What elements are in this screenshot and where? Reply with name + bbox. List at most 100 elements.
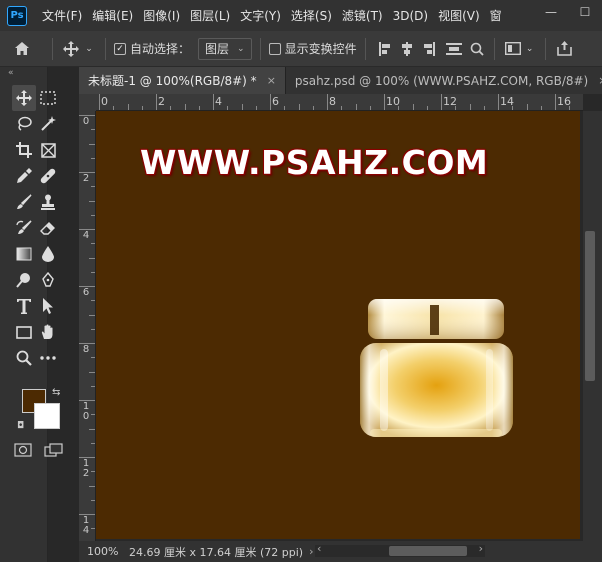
chevron-left-icon[interactable]: ‹ xyxy=(317,542,321,555)
menu-window[interactable]: 窗 xyxy=(485,7,507,24)
auto-select-checkbox[interactable]: ✓ xyxy=(114,42,126,55)
collapse-panel-icon[interactable]: « xyxy=(0,67,47,81)
ruler-tick xyxy=(89,371,95,373)
zoom-level[interactable]: 100% xyxy=(79,545,125,558)
ruler-tick xyxy=(91,357,95,359)
ruler-origin[interactable] xyxy=(79,94,96,111)
dodge-tool-icon[interactable] xyxy=(12,267,36,293)
menu-edit[interactable]: 编辑(E) xyxy=(87,7,138,24)
tab-psahz[interactable]: psahz.psd @ 100% (WWW.PSAHZ.COM, RGB/8#)… xyxy=(284,67,602,94)
move-tool-icon[interactable] xyxy=(61,31,81,67)
vertical-scroll-thumb[interactable] xyxy=(585,231,595,381)
ruler-tick-label: 8 xyxy=(329,95,336,108)
ruler-tick xyxy=(141,106,143,110)
healing-brush-tool-icon[interactable] xyxy=(36,163,60,189)
screen-mode-icon[interactable] xyxy=(44,443,64,460)
ruler-tick xyxy=(555,94,556,110)
rectangle-tool-icon[interactable] xyxy=(12,319,36,345)
history-brush-tool-icon[interactable] xyxy=(12,215,36,241)
zoom-tool-icon[interactable] xyxy=(12,345,36,371)
default-colors-icon[interactable]: ◘ xyxy=(17,421,24,431)
menu-filter[interactable]: 滤镜(T) xyxy=(337,7,388,24)
menu-view[interactable]: 视图(V) xyxy=(433,7,485,24)
chevron-down-icon[interactable]: ⌄ xyxy=(523,31,537,67)
gradient-tool-icon[interactable] xyxy=(12,241,36,267)
hand-tool-icon[interactable] xyxy=(36,319,60,345)
eyedropper-tool-icon[interactable] xyxy=(12,163,36,189)
workspace: WWW.PSAHZ.COM xyxy=(96,111,583,541)
marquee-tool-icon[interactable] xyxy=(36,85,60,111)
tab-untitled-1[interactable]: 未标题-1 @ 100%(RGB/8#) * × xyxy=(79,67,285,94)
horizontal-scroll-thumb[interactable] xyxy=(389,546,467,556)
ruler-tick xyxy=(526,104,528,110)
home-icon[interactable] xyxy=(0,31,44,67)
align-left-icon[interactable] xyxy=(374,31,396,67)
ruler-tick xyxy=(79,115,95,116)
workspace-icon[interactable] xyxy=(503,31,523,67)
window-controls: — ☐ xyxy=(534,0,602,24)
quick-mask-icon[interactable] xyxy=(14,443,32,460)
vertical-ruler[interactable]: 0 2 4 6 8 10 12 14 xyxy=(79,111,96,541)
minimize-button[interactable]: — xyxy=(534,0,568,24)
separator xyxy=(259,37,261,60)
document-info: 24.69 厘米 x 17.64 厘米 (72 ppi) xyxy=(129,545,304,559)
crop-tool-icon[interactable] xyxy=(12,137,36,163)
magic-wand-tool-icon[interactable] xyxy=(36,111,60,137)
horizontal-ruler[interactable]: 0 2 4 6 8 10 12 14 16 xyxy=(96,94,583,111)
menu-type[interactable]: 文字(Y) xyxy=(235,7,286,24)
ruler-tick xyxy=(455,106,457,110)
menu-layer[interactable]: 图层(L) xyxy=(185,7,235,24)
ruler-tick-label: 2 xyxy=(82,173,90,184)
pen-tool-icon[interactable] xyxy=(36,267,60,293)
ruler-tick xyxy=(91,471,95,473)
align-right-icon[interactable] xyxy=(418,31,440,67)
share-icon[interactable] xyxy=(554,31,576,67)
close-icon[interactable]: × xyxy=(267,74,276,87)
ruler-tick xyxy=(91,414,95,416)
menu-file[interactable]: 文件(F) xyxy=(37,7,87,24)
eraser-tool-icon[interactable] xyxy=(36,215,60,241)
horizontal-scrollbar[interactable]: ‹ › xyxy=(315,542,485,557)
search-icon[interactable] xyxy=(468,31,486,67)
background-color-swatch[interactable] xyxy=(34,403,60,429)
ruler-tick xyxy=(127,104,129,110)
show-transform-checkbox[interactable] xyxy=(268,42,281,55)
ruler-tick xyxy=(89,200,95,202)
document-canvas[interactable]: WWW.PSAHZ.COM xyxy=(96,111,580,539)
move-tool-icon[interactable] xyxy=(12,85,36,111)
ruler-tick xyxy=(198,106,200,110)
cream-jar-image[interactable] xyxy=(358,297,516,439)
chevron-down-icon[interactable]: ⌄ xyxy=(81,31,97,67)
ruler-tick-label: 2 xyxy=(158,95,165,108)
stamp-tool-icon[interactable] xyxy=(36,189,60,215)
close-icon[interactable]: × xyxy=(598,74,602,87)
separator xyxy=(52,37,53,60)
menu-3d[interactable]: 3D(D) xyxy=(388,9,433,23)
ruler-tick-label: 6 xyxy=(272,95,279,108)
ruler-tick-label: 12 xyxy=(82,458,90,479)
vertical-scrollbar[interactable] xyxy=(583,111,602,541)
more-tools-icon[interactable] xyxy=(36,345,60,371)
auto-select-target-value: 图层 xyxy=(205,42,230,56)
ruler-tick xyxy=(91,186,95,188)
blur-tool-icon[interactable] xyxy=(36,241,60,267)
align-center-icon[interactable] xyxy=(396,31,418,67)
ruler-tick xyxy=(327,94,328,110)
chevron-right-icon[interactable]: › xyxy=(479,542,483,555)
ruler-tick xyxy=(227,106,229,110)
lasso-tool-icon[interactable] xyxy=(12,111,36,137)
distribute-icon[interactable] xyxy=(440,31,468,67)
ruler-tick xyxy=(540,106,542,110)
auto-select-target-dropdown[interactable]: 图层 ⌄ xyxy=(198,37,252,60)
menu-image[interactable]: 图像(I) xyxy=(138,7,185,24)
swap-colors-icon[interactable]: ⇆ xyxy=(52,387,60,398)
separator xyxy=(544,37,546,60)
path-selection-tool-icon[interactable] xyxy=(36,293,60,319)
brush-tool-icon[interactable] xyxy=(12,189,36,215)
photoshop-logo-icon[interactable]: Ps xyxy=(7,5,27,26)
ruler-tick xyxy=(91,442,95,444)
menu-select[interactable]: 选择(S) xyxy=(286,7,337,24)
frame-tool-icon[interactable] xyxy=(36,137,60,163)
type-tool-icon[interactable] xyxy=(12,293,36,319)
maximize-button[interactable]: ☐ xyxy=(568,0,602,24)
